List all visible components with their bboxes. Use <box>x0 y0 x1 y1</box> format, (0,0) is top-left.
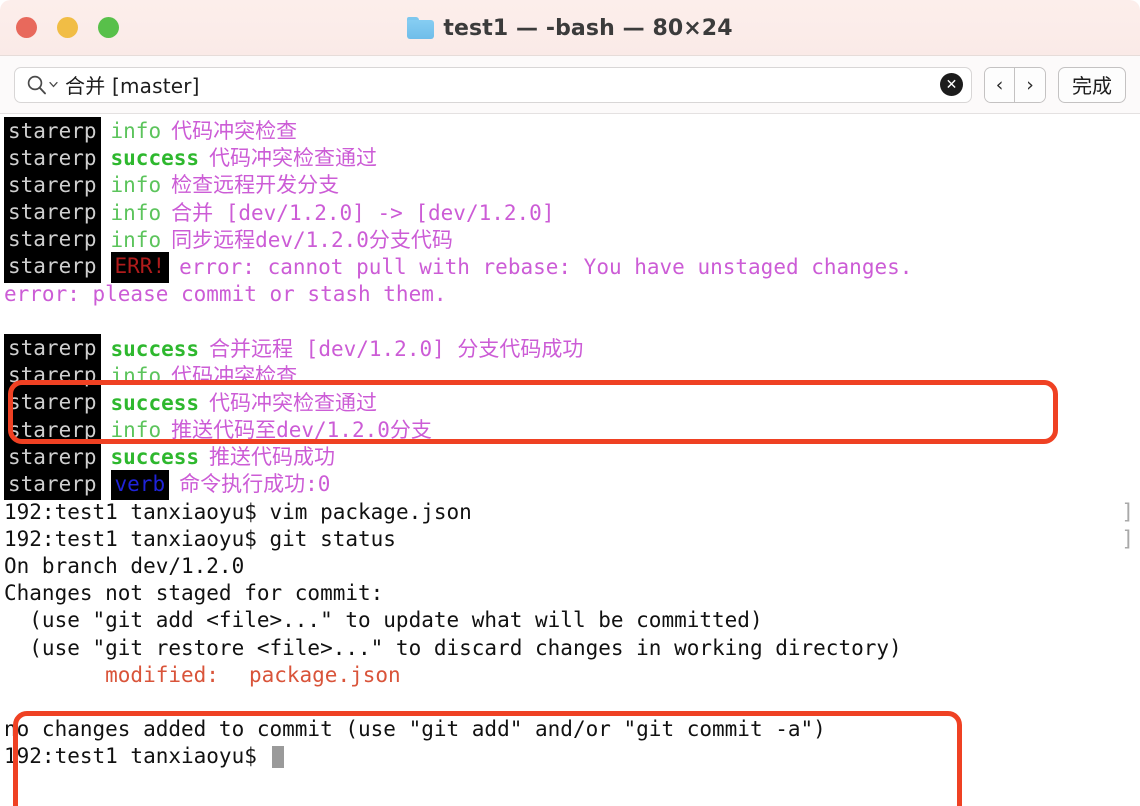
git-modified-line: modified: package.json <box>0 662 1140 689</box>
log-line-error: starerp ERR! error: cannot pull with rebas… <box>0 252 1140 283</box>
log-level: info <box>110 227 162 252</box>
git-status-header-text: Changes not staged for commit: <box>4 581 384 606</box>
log-level: success <box>110 146 200 171</box>
log-message: 命令执行成功:0 <box>179 472 331 497</box>
title-bar: test1 — -bash — 80×24 <box>0 0 1140 56</box>
line-wrap-marker: ] <box>1121 526 1134 551</box>
clear-search-button[interactable]: ✕ <box>940 73 963 96</box>
log-message: 检查远程开发分支 <box>171 173 340 198</box>
git-modified-label: modified: <box>4 662 219 687</box>
log-line: starerp success 代码冲突检查通过 <box>0 388 1140 419</box>
log-level: info <box>110 363 162 388</box>
shell-prompt-line[interactable]: 192:test1 tanxiaoyu$ <box>0 743 1140 770</box>
git-hint-add-text: (use "git add <file>..." to update what … <box>4 608 763 633</box>
log-level-verbose: verb <box>110 469 170 501</box>
window-controls <box>16 17 119 38</box>
close-button[interactable] <box>16 17 37 38</box>
log-line-verbose: starerp verb 命令执行成功:0 <box>0 469 1140 501</box>
git-status-header: Changes not staged for commit: <box>0 580 1140 607</box>
shell-command-line: 192:test1 tanxiaoyu$ vim package.json ] <box>0 499 1140 526</box>
log-message: 合并远程 [dev/1.2.0] 分支代码成功 <box>209 336 584 361</box>
log-level: info <box>110 119 162 143</box>
shell-command: git status <box>269 526 396 551</box>
log-message: 推送代码成功 <box>209 445 336 470</box>
git-branch-line: On branch dev/1.2.0 <box>0 553 1140 580</box>
window-title: test1 — -bash — 80×24 <box>443 15 733 41</box>
git-modified-file: package.json <box>248 662 401 687</box>
log-line: starerp success 合并远程 [dev/1.2.0] 分支代码成功 <box>0 334 1140 365</box>
terminal-body[interactable]: starerp info 代码冲突检查 starerp success 代码冲突检查通过… <box>0 114 1140 806</box>
line-wrap-marker: ] <box>1121 499 1134 524</box>
log-line: starerp info 代码冲突检查 <box>0 361 1140 392</box>
log-badge: starerp <box>4 143 101 174</box>
done-button[interactable]: 完成 <box>1058 66 1126 103</box>
find-next-button[interactable]: › <box>1015 67 1045 102</box>
log-message: 代码冲突检查 <box>171 363 298 388</box>
log-message: 合并 [dev/1.2.0] -> [dev/1.2.0] <box>171 200 555 225</box>
window-title-group: test1 — -bash — 80×24 <box>0 0 1140 56</box>
log-level: info <box>110 418 162 443</box>
log-line: starerp success 推送代码成功 <box>0 442 1140 473</box>
block-cursor <box>271 745 284 768</box>
log-message: 代码冲突检查通过 <box>209 390 378 415</box>
log-badge: starerp <box>4 334 101 365</box>
folder-icon <box>407 17 435 39</box>
log-badge: starerp <box>4 252 101 283</box>
log-line: starerp success 代码冲突检查通过 <box>0 143 1140 174</box>
find-bar: 合并 [master] ✕ ‹ › 完成 <box>0 56 1140 114</box>
find-navigation: ‹ › <box>984 66 1046 103</box>
log-level: info <box>110 173 162 198</box>
log-level: success <box>110 336 200 361</box>
search-input[interactable]: 合并 [master] <box>65 70 933 99</box>
log-badge: starerp <box>4 469 101 501</box>
log-badge: starerp <box>4 442 101 473</box>
log-line: starerp info 同步远程dev/1.2.0分支代码 <box>0 225 1140 256</box>
log-message: 代码冲突检查 <box>171 119 298 143</box>
log-level-error: ERR! <box>110 252 170 283</box>
log-level: success <box>110 390 200 415</box>
git-hint-add: (use "git add <file>..." to update what … <box>0 607 1140 634</box>
shell-prompt: 192:test1 tanxiaoyu$ <box>4 526 270 551</box>
git-hint-restore-text: (use "git restore <file>..." to discard … <box>4 635 902 660</box>
git-status-footer-text: no changes added to commit (use "git add… <box>4 717 826 742</box>
log-badge: starerp <box>4 388 101 419</box>
maximize-button[interactable] <box>98 17 119 38</box>
minimize-button[interactable] <box>57 17 78 38</box>
log-message: 代码冲突检查通过 <box>209 146 378 171</box>
log-line-error-cont: error: please commit or stash them. <box>0 281 1140 308</box>
chevron-down-icon <box>49 81 58 88</box>
search-icon[interactable] <box>26 74 58 95</box>
find-previous-button[interactable]: ‹ <box>985 67 1015 102</box>
log-level: success <box>110 445 200 470</box>
git-branch-text: On branch dev/1.2.0 <box>4 554 245 578</box>
log-line: starerp info 检查远程开发分支 <box>0 170 1140 202</box>
log-badge: starerp <box>4 415 101 446</box>
log-line: starerp info 合并 [dev/1.2.0] -> [dev/1.2.0] <box>0 198 1140 229</box>
log-message: error: cannot pull with rebase: You have… <box>179 254 913 279</box>
log-badge: starerp <box>4 361 101 392</box>
terminal-window: test1 — -bash — 80×24 合并 [master] ✕ ‹ › … <box>0 0 1140 806</box>
log-message: 同步远程dev/1.2.0分支代码 <box>171 227 453 252</box>
log-level: info <box>110 200 162 225</box>
log-message: error: please commit or stash them. <box>4 282 447 307</box>
git-status-footer: no changes added to commit (use "git add… <box>0 716 1140 743</box>
shell-command-line: 192:test1 tanxiaoyu$ git status ] <box>0 526 1140 553</box>
shell-prompt: 192:test1 tanxiaoyu$ <box>4 499 270 524</box>
log-line: starerp info 推送代码至dev/1.2.0分支 <box>0 415 1140 446</box>
git-hint-restore: (use "git restore <file>..." to discard … <box>0 635 1140 662</box>
log-message: 推送代码至dev/1.2.0分支 <box>171 418 432 443</box>
shell-prompt: 192:test1 tanxiaoyu$ <box>4 744 270 769</box>
shell-command: vim package.json <box>269 499 472 524</box>
log-badge: starerp <box>4 198 101 229</box>
log-line: starerp info 代码冲突检查 <box>0 116 1140 147</box>
log-badge: starerp <box>4 116 101 147</box>
log-badge: starerp <box>4 170 101 202</box>
search-field[interactable]: 合并 [master] ✕ <box>14 66 972 103</box>
log-badge: starerp <box>4 225 101 256</box>
